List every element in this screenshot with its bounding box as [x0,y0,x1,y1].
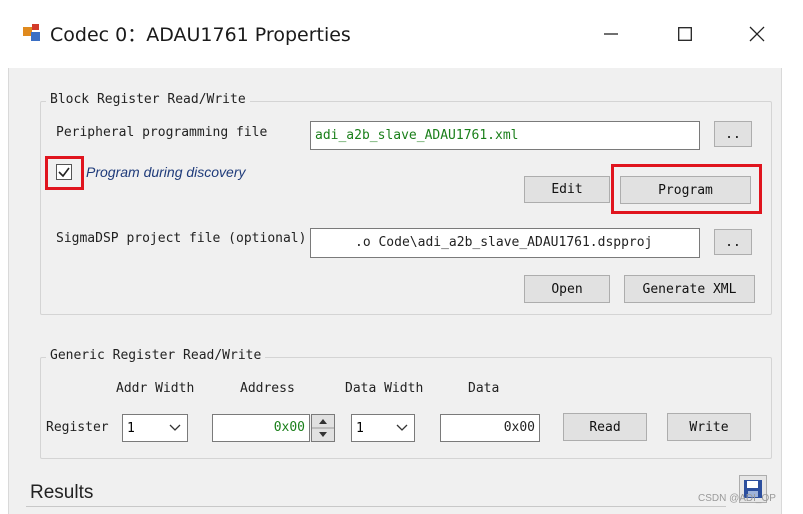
window-title: Codec 0：ADAU1761 Properties [50,24,351,46]
open-button[interactable]: Open [524,275,610,303]
read-button[interactable]: Read [563,413,647,441]
addr-width-header: Addr Width [116,381,195,396]
data-width-value: 1 [356,420,364,436]
data-width-select[interactable]: 1 [351,414,415,442]
write-button[interactable]: Write [667,413,751,441]
peripheral-file-label: Peripheral programming file [56,125,268,140]
addr-width-select[interactable]: 1 [122,414,188,442]
browse-sigmadsp-button[interactable]: .. [714,229,752,255]
address-spinner[interactable] [311,414,335,442]
maximize-button[interactable] [662,14,708,54]
close-button[interactable] [734,14,780,54]
minimize-icon [604,33,618,35]
address-header: Address [240,381,295,396]
generate-xml-button[interactable]: Generate XML [624,275,755,303]
results-divider [26,506,726,507]
checkmark-icon [58,167,70,178]
addr-width-value: 1 [127,420,135,436]
title-bar: Codec 0：ADAU1761 Properties [0,0,803,68]
sigmadsp-file-label: SigmaDSP project file (optional) [56,231,307,246]
minimize-button[interactable] [588,14,634,54]
program-during-discovery-checkbox[interactable] [56,164,72,180]
spinner-arrows-icon [312,419,334,437]
app-icon [23,24,40,41]
watermark: CSDN @ADI_OP [698,493,776,504]
generic-register-legend: Generic Register Read/Write [46,348,266,363]
generic-register-group [40,357,772,459]
address-input[interactable]: 0x00 [212,414,310,442]
chevron-down-icon [396,424,408,431]
maximize-icon [678,27,692,41]
data-width-header: Data Width [345,381,424,396]
chevron-down-icon [169,424,181,431]
data-input[interactable]: 0x00 [440,414,540,442]
close-icon [749,26,765,42]
peripheral-file-input[interactable]: adi_a2b_slave_ADAU1761.xml [310,121,700,150]
program-button[interactable]: Program [620,176,751,204]
data-header: Data [468,381,500,396]
results-label: Results [30,482,94,503]
register-row-label: Register [46,420,109,435]
edit-button[interactable]: Edit [524,176,610,203]
browse-peripheral-button[interactable]: .. [714,121,752,147]
block-register-legend: Block Register Read/Write [46,92,250,107]
program-during-discovery-label[interactable]: Program during discovery [86,164,246,180]
sigmadsp-file-input[interactable]: .o Code\adi_a2b_slave_ADAU1761.dspproj [310,228,700,258]
